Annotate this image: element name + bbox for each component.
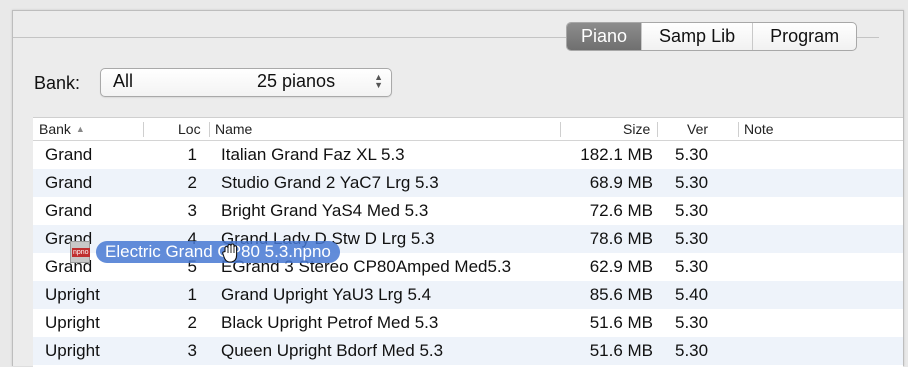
- dragged-filename: Electric Grand CP80 5.3.npno: [96, 241, 340, 263]
- hand-grab-icon: [222, 243, 238, 263]
- bank-selected-value: All: [113, 71, 134, 91]
- column-separator[interactable]: [738, 122, 739, 137]
- column-separator[interactable]: [209, 122, 210, 137]
- bank-label: Bank:: [34, 73, 81, 93]
- cell-size: 62.9 MB: [589, 257, 653, 276]
- cell-size: 51.6 MB: [589, 341, 653, 360]
- column-header-bank-label: Bank: [39, 121, 71, 137]
- cell-ver: 5.30: [675, 201, 709, 220]
- cell-size: 78.6 MB: [589, 229, 653, 248]
- table-row[interactable]: Grand 2 Studio Grand 2 YaC7 Lrg 5.3 68.9 MB…: [33, 169, 903, 197]
- column-header-ver[interactable]: Ver: [687, 121, 708, 137]
- column-header-size[interactable]: Size: [623, 121, 650, 137]
- cell-name: Italian Grand Faz XL 5.3: [221, 145, 405, 164]
- cell-bank: Upright: [45, 341, 100, 360]
- table-header: Bank ▲ Loc Name Size Ver Note: [33, 118, 903, 141]
- cell-size: 85.6 MB: [589, 285, 653, 304]
- tab-samp-lib[interactable]: Samp Lib: [641, 23, 752, 50]
- cell-name: Studio Grand 2 YaC7 Lrg 5.3: [221, 173, 439, 192]
- table-row[interactable]: Upright 2 Black Upright Petrof Med 5.3 51.6…: [33, 309, 903, 337]
- column-header-bank[interactable]: Bank ▲: [39, 121, 85, 137]
- cell-size: 51.6 MB: [589, 313, 653, 332]
- bank-select[interactable]: All 25 pianos ▲ ▼: [100, 68, 392, 97]
- table-row[interactable]: Upright 3 Queen Upright Bdorf Med 5.3 51.6 …: [33, 337, 903, 365]
- cell-loc: 1: [187, 285, 197, 304]
- cell-bank: Upright: [45, 285, 100, 304]
- column-separator[interactable]: [657, 122, 658, 137]
- cell-loc: 1: [187, 145, 197, 164]
- cell-ver: 5.30: [675, 341, 709, 360]
- table-row[interactable]: Upright 1 Grand Upright YaU3 Lrg 5.4 85.6 M…: [33, 281, 903, 309]
- cell-name: Queen Upright Bdorf Med 5.3: [221, 341, 444, 360]
- select-arrows-icon: ▲ ▼: [374, 72, 383, 90]
- cell-loc: 3: [187, 341, 197, 360]
- cell-ver: 5.30: [675, 173, 709, 192]
- cell-ver: 5.30: [675, 145, 709, 164]
- tab-bar: Piano Samp Lib Program: [566, 22, 858, 51]
- cell-bank: Grand: [45, 173, 93, 192]
- cell-name: Black Upright Petrof Med 5.3: [221, 313, 439, 332]
- column-separator[interactable]: [143, 122, 144, 137]
- table-row[interactable]: Grand 3 Bright Grand YaS4 Med 5.3 72.6 MB 5.…: [33, 197, 903, 225]
- sort-ascending-icon: ▲: [75, 124, 85, 134]
- cell-name: Bright Grand YaS4 Med 5.3: [221, 201, 429, 220]
- cell-bank: Grand: [45, 145, 93, 164]
- cell-ver: 5.30: [675, 313, 709, 332]
- cell-ver: 5.30: [675, 229, 709, 248]
- cell-bank: Upright: [45, 313, 100, 332]
- cell-size: 182.1 MB: [580, 145, 653, 164]
- column-header-name[interactable]: Name: [215, 121, 252, 137]
- table-row[interactable]: Grand 1 Italian Grand Faz XL 5.3 182.1 MB 5.…: [33, 141, 903, 169]
- drag-preview: npno Electric Grand CP80 5.3.npno: [70, 241, 340, 263]
- cell-name: Grand Upright YaU3 Lrg 5.4: [221, 285, 432, 304]
- cell-size: 68.9 MB: [589, 173, 653, 192]
- file-icon: npno: [70, 241, 90, 263]
- tab-piano[interactable]: Piano: [567, 23, 642, 50]
- piano-library-window: Piano Samp Lib Program Bank: All 25 pian…: [12, 10, 904, 367]
- cell-loc: 3: [187, 201, 197, 220]
- cell-loc: 2: [187, 313, 197, 332]
- cell-loc: 2: [187, 173, 197, 192]
- column-header-loc[interactable]: Loc: [178, 121, 201, 137]
- column-separator[interactable]: [560, 122, 561, 137]
- tab-program[interactable]: Program: [752, 23, 856, 50]
- cell-bank: Grand: [45, 201, 93, 220]
- cell-ver: 5.40: [675, 285, 709, 304]
- cell-ver: 5.30: [675, 257, 709, 276]
- bank-piano-count: 25 pianos: [257, 71, 336, 91]
- column-header-note[interactable]: Note: [744, 121, 774, 137]
- file-badge: npno: [72, 248, 90, 257]
- cell-size: 72.6 MB: [589, 201, 653, 220]
